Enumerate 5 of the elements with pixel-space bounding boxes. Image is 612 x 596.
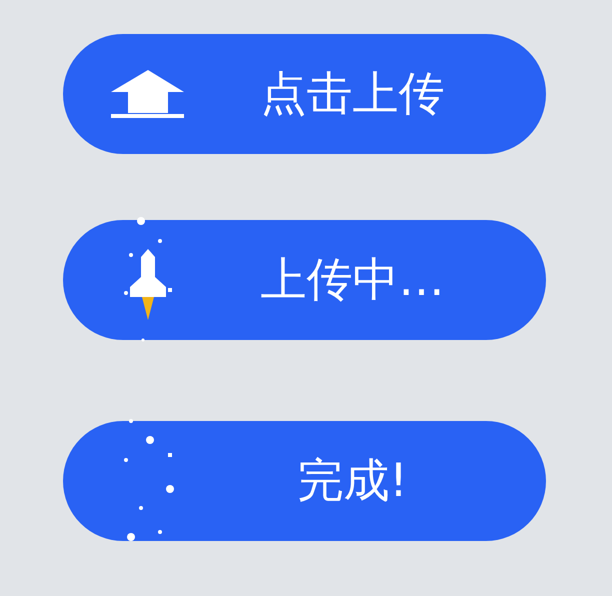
upload-icon — [111, 70, 184, 118]
upload-button[interactable]: 完成! — [63, 421, 546, 541]
rocket-icon — [130, 249, 166, 320]
upload-button[interactable]: 点击上传 — [63, 34, 546, 154]
upload-button[interactable]: 上传中… — [63, 220, 546, 340]
